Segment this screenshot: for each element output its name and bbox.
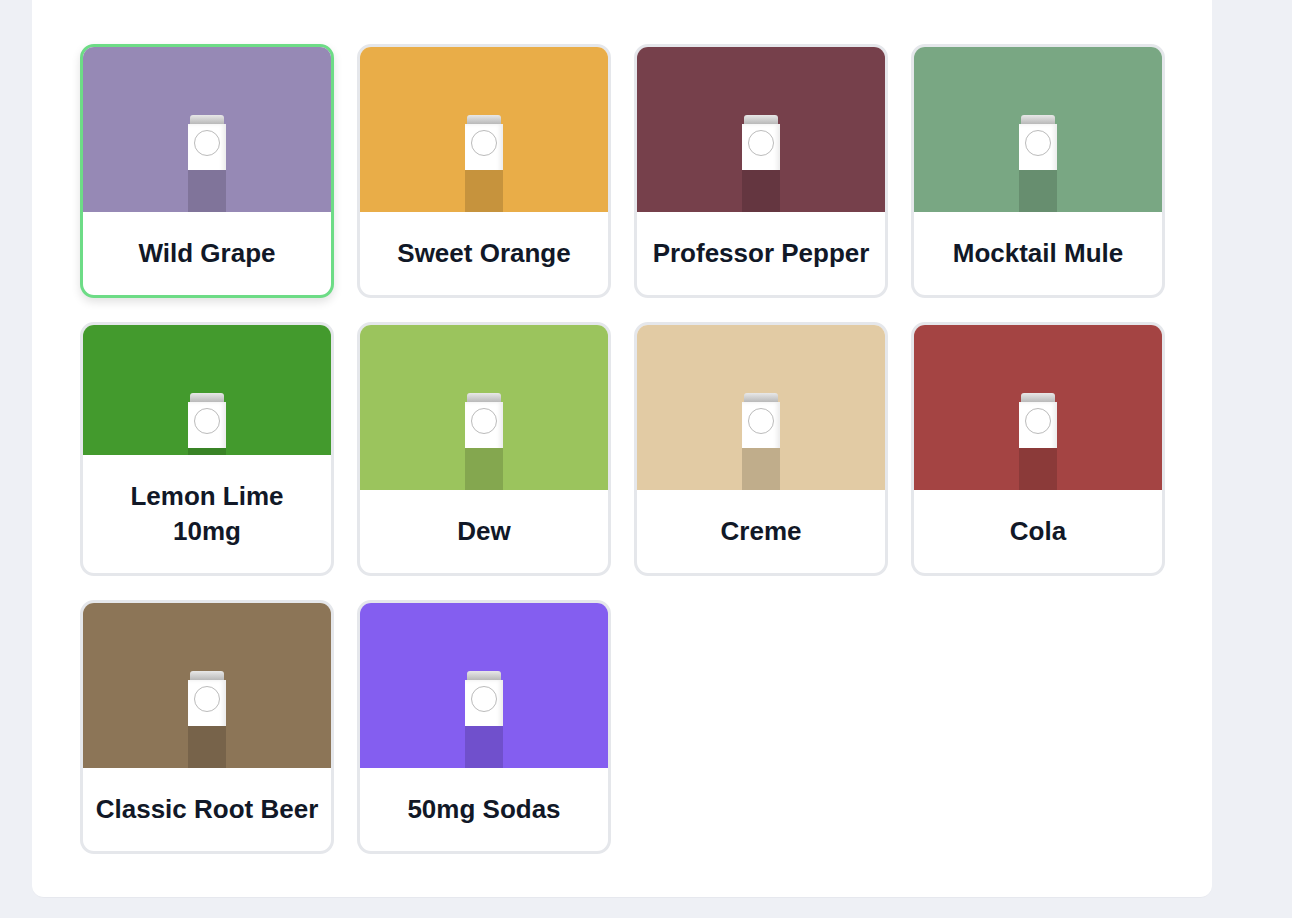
can-icon — [465, 393, 503, 490]
can-icon — [742, 115, 780, 212]
product-card[interactable]: Dew — [357, 322, 611, 576]
product-image — [360, 325, 608, 490]
product-image — [83, 325, 331, 455]
product-card[interactable]: Creme — [634, 322, 888, 576]
can-icon — [1019, 115, 1057, 212]
can-icon — [188, 393, 226, 455]
product-card[interactable]: Wild Grape — [80, 44, 334, 298]
product-image — [914, 47, 1162, 212]
product-image — [914, 325, 1162, 490]
can-icon — [742, 393, 780, 490]
can-icon — [188, 115, 226, 212]
product-card[interactable]: Sweet Orange — [357, 44, 611, 298]
product-name: 50mg Sodas — [360, 768, 608, 851]
can-icon — [188, 671, 226, 768]
product-panel: Wild Grape Sweet Orange Professor Pepper… — [32, 0, 1212, 898]
product-card[interactable]: Classic Root Beer — [80, 600, 334, 854]
product-image — [83, 603, 331, 768]
product-name: Mocktail Mule — [914, 212, 1162, 295]
product-card[interactable]: 50mg Sodas — [357, 600, 611, 854]
product-grid: Wild Grape Sweet Orange Professor Pepper… — [80, 44, 1165, 854]
product-image — [83, 47, 331, 212]
product-card[interactable]: Cola — [911, 322, 1165, 576]
can-icon — [465, 671, 503, 768]
product-name: Classic Root Beer — [83, 768, 331, 851]
product-image — [360, 603, 608, 768]
product-name: Cola — [914, 490, 1162, 573]
product-image — [637, 325, 885, 490]
product-name: Creme — [637, 490, 885, 573]
product-name: Wild Grape — [83, 212, 331, 295]
product-card[interactable]: Professor Pepper — [634, 44, 888, 298]
product-name: Sweet Orange — [360, 212, 608, 295]
product-image — [637, 47, 885, 212]
product-image — [360, 47, 608, 212]
product-card[interactable]: Lemon Lime 10mg — [80, 322, 334, 576]
can-icon — [1019, 393, 1057, 490]
product-name: Lemon Lime 10mg — [83, 455, 331, 573]
product-name: Dew — [360, 490, 608, 573]
product-name: Professor Pepper — [637, 212, 885, 295]
product-card[interactable]: Mocktail Mule — [911, 44, 1165, 298]
page: Wild Grape Sweet Orange Professor Pepper… — [0, 0, 1292, 918]
can-icon — [465, 115, 503, 212]
